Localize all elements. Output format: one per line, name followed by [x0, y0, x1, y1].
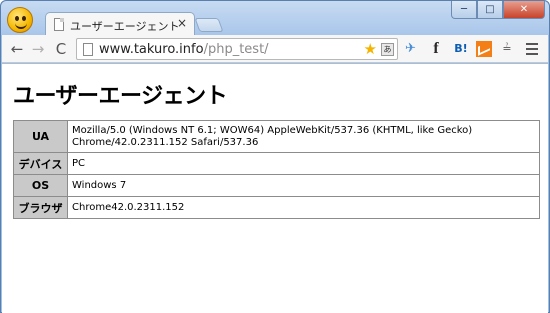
tab-active[interactable]: ユーザーエージェント ×	[45, 12, 195, 36]
row-label: ブラウザ	[13, 196, 68, 219]
row-label: UA	[13, 120, 68, 153]
tab-title: ユーザーエージェント	[70, 20, 180, 33]
forward-button[interactable]: →	[29, 39, 47, 59]
minimize-button[interactable]: ─	[451, 1, 477, 19]
tab-close-icon[interactable]: ×	[177, 16, 187, 30]
table-row: デバイス PC	[13, 152, 540, 175]
row-value: Mozilla/5.0 (Windows NT 6.1; WOW64) Appl…	[67, 120, 540, 153]
toolbar: ← → C www.takuro.info/php_test/ ★ あ ✈ f …	[2, 35, 548, 63]
analytics-icon[interactable]	[476, 41, 492, 57]
close-button[interactable]: ✕	[503, 1, 545, 19]
window-controls: ─ □ ✕	[451, 1, 545, 19]
row-value: Chrome42.0.2311.152	[67, 196, 540, 219]
table-row: ブラウザ Chrome42.0.2311.152	[13, 196, 540, 219]
page-title: ユーザーエージェント	[13, 84, 228, 109]
url-path: /php_test/	[203, 42, 269, 57]
menu-icon[interactable]	[524, 40, 540, 56]
scale-extension-icon[interactable]: ≟	[499, 40, 515, 58]
row-value: PC	[67, 152, 540, 175]
translate-icon[interactable]: あ	[381, 43, 394, 56]
bird-extension-icon[interactable]: ✈	[405, 40, 416, 58]
page-icon	[83, 43, 93, 56]
tab-strip: ユーザーエージェント × ─ □ ✕	[1, 1, 549, 36]
browser-window: ユーザーエージェント × ─ □ ✕ ← → C www.takuro.info…	[0, 0, 550, 313]
star-icon[interactable]: ★	[364, 40, 377, 58]
row-label: OS	[13, 174, 68, 197]
row-value: Windows 7	[67, 174, 540, 197]
table-row: UA Mozilla/5.0 (Windows NT 6.1; WOW64) A…	[13, 120, 540, 153]
new-tab-button[interactable]	[194, 18, 224, 32]
page-content: ユーザーエージェント UA Mozilla/5.0 (Windows NT 6.…	[2, 64, 548, 313]
facebook-icon[interactable]: f	[428, 40, 444, 58]
table-row: OS Windows 7	[13, 174, 540, 197]
maximize-button[interactable]: □	[477, 1, 503, 19]
url-host: www.takuro.info	[99, 42, 204, 57]
reload-button[interactable]: C	[52, 39, 70, 59]
address-bar[interactable]: www.takuro.info/php_test/ ★ あ	[76, 38, 398, 60]
document-icon	[54, 18, 64, 31]
hatena-bookmark-icon[interactable]: B!	[452, 40, 470, 58]
back-button[interactable]: ←	[8, 39, 26, 59]
user-agent-table: UA Mozilla/5.0 (Windows NT 6.1; WOW64) A…	[13, 120, 540, 219]
app-logo	[7, 7, 33, 33]
row-label: デバイス	[13, 152, 68, 175]
url-text[interactable]: www.takuro.info/php_test/	[99, 42, 269, 57]
